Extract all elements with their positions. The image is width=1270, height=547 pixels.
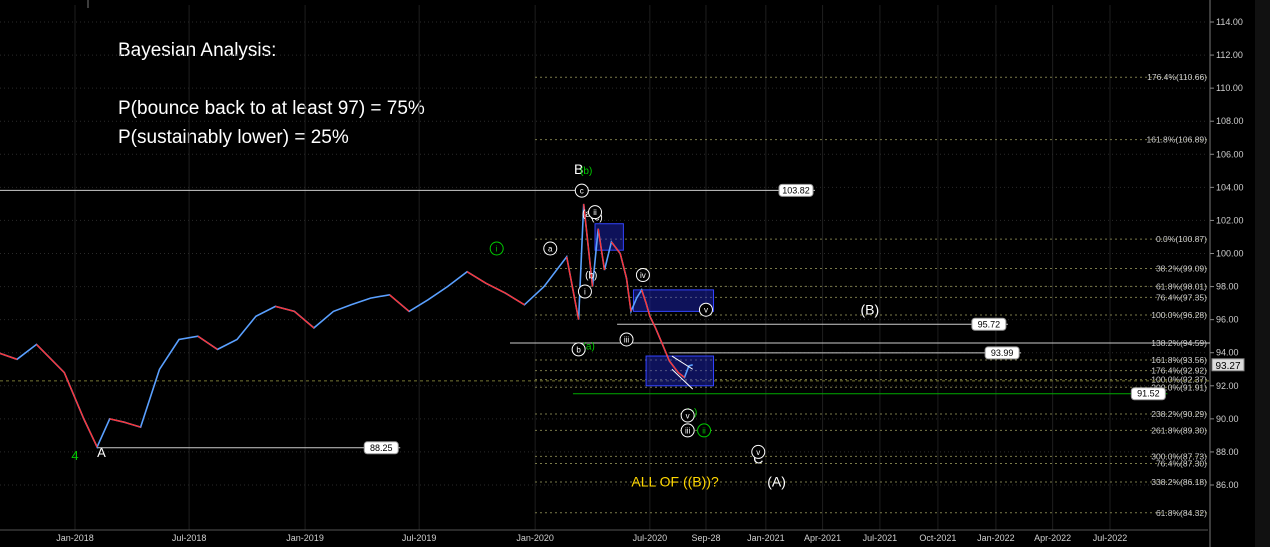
circled-wave-label: a [548,245,553,254]
wave-label: (b) [580,166,592,177]
circled-wave-label: iii [685,426,691,435]
price-decline-segment [466,271,487,284]
fib-level-label: 38.2%(99.09) [1156,264,1207,274]
circled-wave-label: ii [702,426,706,435]
price-chart[interactable]: Jan-2018 Jul-2018 Jan-2019 Jul-2019 Jan-2020… [0,0,1270,547]
price-decline-segment [649,316,657,329]
wave-label: A [97,445,106,460]
price-decline-segment [505,292,525,306]
x-tick-label: Jan-2019 [286,533,324,543]
price-decline-segment [123,421,141,428]
level-value-label: 103.82 [782,185,810,195]
circled-wave-label: b [576,345,581,354]
price-decline-segment [0,352,18,360]
x-tick-label: Jul-2018 [172,533,207,543]
fib-level-label: 76.4%(97.35) [1156,292,1207,302]
wave-label: 4 [71,448,78,463]
price-decline-segment [654,327,663,344]
y-tick-label: 86.00 [1216,480,1239,490]
fib-level-label: 176.4%(110.66) [1147,72,1207,82]
price-series-line [0,203,693,449]
x-tick-label: Apr-2022 [1034,533,1071,543]
y-tick-label: 98.00 [1216,282,1239,292]
y-tick-label: 110.00 [1216,83,1243,93]
y-tick-label: 106.00 [1216,149,1244,159]
wave-label: ALL OF ((B))? [631,474,719,490]
circled-wave-label: v [686,412,690,421]
circled-wave-label: v [704,306,708,315]
fib-level-label: 76.4%(87.30) [1156,459,1207,469]
fib-level-label: 61.8%(98.01) [1156,281,1207,291]
y-tick-label: 96.00 [1216,315,1239,325]
x-tick-label: Jul-2020 [633,533,668,543]
price-decline-segment [485,282,506,294]
circled-wave-label: iv [640,271,646,280]
x-tick-label: Oct-2021 [919,533,956,543]
price-decline-segment [83,418,98,448]
fib-level-label: 338.2%(86.18) [1151,477,1207,487]
price-decline-segment [389,294,410,312]
x-tick-label: Jan-2020 [516,533,554,543]
level-value-label: 91.52 [1137,389,1160,399]
x-tick-label: Jul-2021 [863,533,898,543]
x-tick-label: Sep-28 [691,533,720,543]
y-tick-label: 114.00 [1216,17,1243,27]
circled-wave-label: v [756,448,760,457]
x-tick-label: Jan-2021 [747,533,785,543]
wave-label: (A) [767,474,786,490]
y-tick-label: 108.00 [1216,116,1244,126]
y-tick-label: 90.00 [1216,414,1239,424]
last-price-label: 93.27 [1215,361,1240,372]
x-tick-label: Jan-2022 [977,533,1015,543]
fib-level-label: 0.0%(100.87) [1156,234,1207,244]
y-tick-label: 102.00 [1216,215,1244,225]
x-tick-label: Apr-2021 [804,533,841,543]
level-value-label: 88.25 [370,443,393,453]
y-tick-label: 100.00 [1216,249,1244,259]
y-tick-label: 104.00 [1216,182,1244,192]
scroll-strip [1255,0,1270,547]
wave-label: (b) [585,270,597,281]
price-decline-segment [275,305,295,313]
fib-level-label: 100.0%(96.28) [1151,310,1207,320]
circled-wave-label: i [496,245,498,254]
fib-level-label: 161.8%(93.56) [1151,355,1207,365]
price-decline-segment [63,372,85,420]
level-value-label: 95.72 [978,319,1001,329]
fib-level-label: 161.8%(106.89) [1147,135,1208,145]
price-decline-segment [293,310,315,329]
circled-wave-label: c [580,187,584,196]
wave-label: (B) [861,302,880,318]
fib-level-label: 61.8%(84.32) [1156,508,1207,518]
y-tick-label: 112.00 [1216,50,1243,60]
price-decline-segment [197,335,218,350]
price-decline-segment [619,253,628,279]
price-decline-segment [36,343,65,374]
y-tick-label: 88.00 [1216,447,1239,457]
y-tick-label: 94.00 [1216,348,1239,358]
price-decline-segment [625,278,632,312]
circled-wave-label: i [584,288,586,297]
x-tick-label: Jul-2022 [1093,533,1128,543]
x-tick-label: Jul-2019 [402,533,437,543]
fib-level-label: 238.2%(90.29) [1151,409,1207,419]
x-tick-label: Jan-2018 [56,533,94,543]
y-tick-label: 92.00 [1216,381,1239,391]
circled-wave-label: ii [593,208,597,217]
level-value-label: 93.99 [991,348,1014,358]
fib-level-label: 261.8%(89.30) [1151,425,1207,435]
circled-wave-label: iii [624,335,630,344]
price-decline-segment [565,256,580,320]
